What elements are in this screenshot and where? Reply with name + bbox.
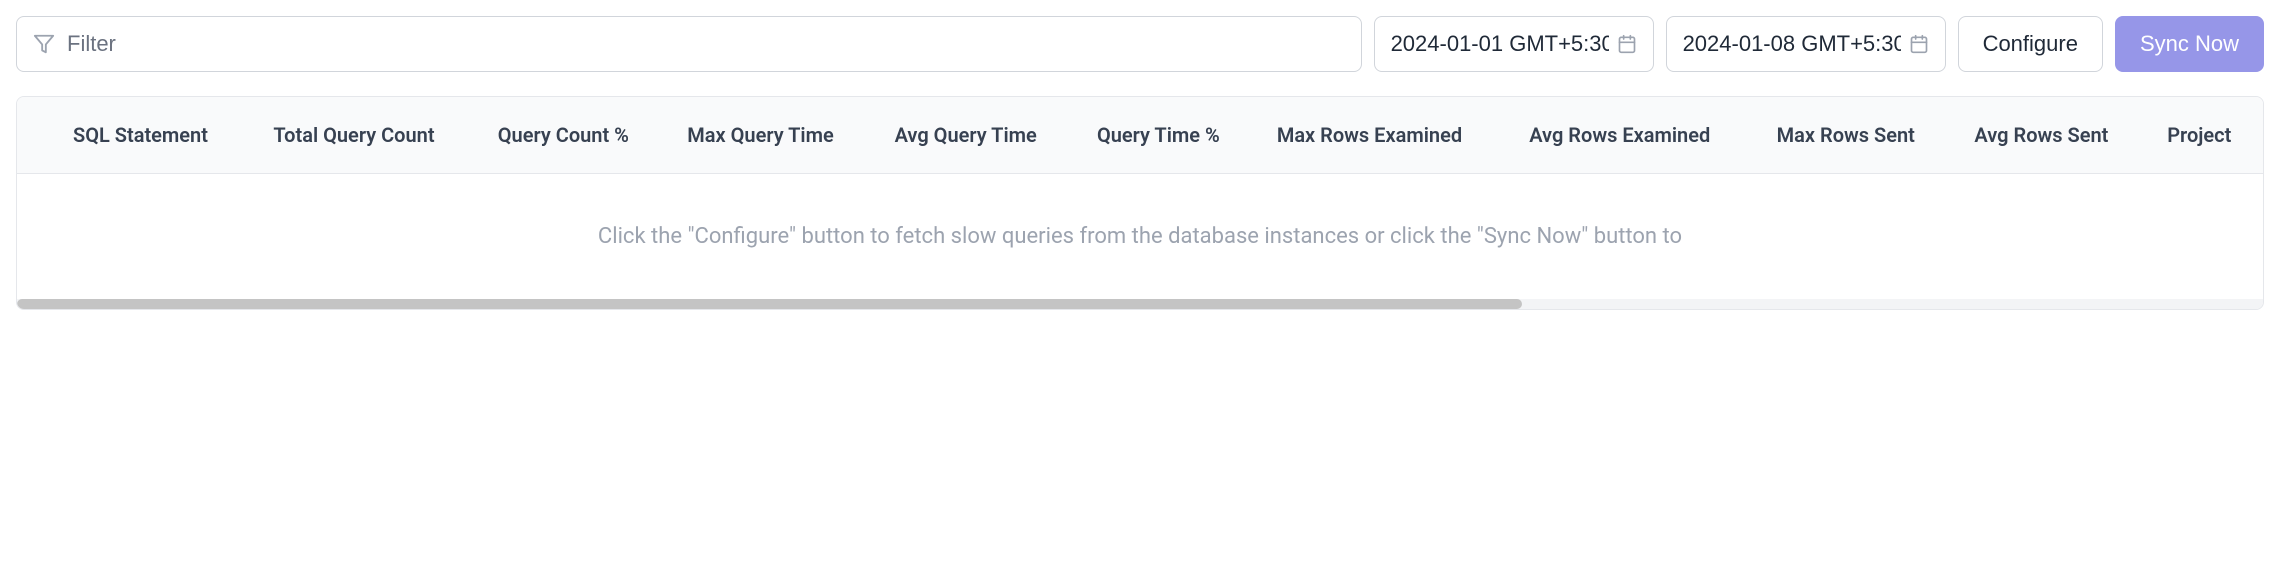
date-start-wrapper[interactable]: [1374, 16, 1654, 72]
col-query-count-pct[interactable]: Query Count %: [482, 97, 672, 174]
filter-icon: [33, 33, 55, 55]
col-query-time-pct[interactable]: Query Time %: [1081, 97, 1261, 174]
table-container: SQL Statement Total Query Count Query Co…: [16, 96, 2264, 310]
date-start-input[interactable]: [1391, 31, 1609, 57]
col-total-query-count[interactable]: Total Query Count: [257, 97, 481, 174]
filter-input-wrapper[interactable]: [16, 16, 1362, 72]
col-avg-query-time[interactable]: Avg Query Time: [879, 97, 1081, 174]
slow-queries-table: SQL Statement Total Query Count Query Co…: [17, 97, 2263, 299]
col-avg-rows-sent[interactable]: Avg Rows Sent: [1958, 97, 2151, 174]
col-sql-statement[interactable]: SQL Statement: [17, 97, 257, 174]
date-end-input[interactable]: [1683, 31, 1901, 57]
col-max-rows-sent[interactable]: Max Rows Sent: [1761, 97, 1959, 174]
date-end-wrapper[interactable]: [1666, 16, 1946, 72]
calendar-icon: [1617, 34, 1637, 54]
configure-button[interactable]: Configure: [1958, 16, 2103, 72]
horizontal-scrollbar[interactable]: [17, 299, 2263, 309]
empty-state-message: Click the "Configure" button to fetch sl…: [17, 174, 2263, 300]
filter-input[interactable]: [67, 31, 1345, 57]
col-project[interactable]: Project: [2151, 97, 2263, 174]
calendar-icon: [1909, 34, 1929, 54]
sync-now-button[interactable]: Sync Now: [2115, 16, 2264, 72]
scrollbar-thumb[interactable]: [17, 299, 1522, 309]
table-header-row: SQL Statement Total Query Count Query Co…: [17, 97, 2263, 174]
col-max-rows-examined[interactable]: Max Rows Examined: [1261, 97, 1513, 174]
empty-state-row: Click the "Configure" button to fetch sl…: [17, 174, 2263, 300]
col-max-query-time[interactable]: Max Query Time: [671, 97, 878, 174]
toolbar: Configure Sync Now: [16, 16, 2264, 72]
col-avg-rows-examined[interactable]: Avg Rows Examined: [1513, 97, 1760, 174]
